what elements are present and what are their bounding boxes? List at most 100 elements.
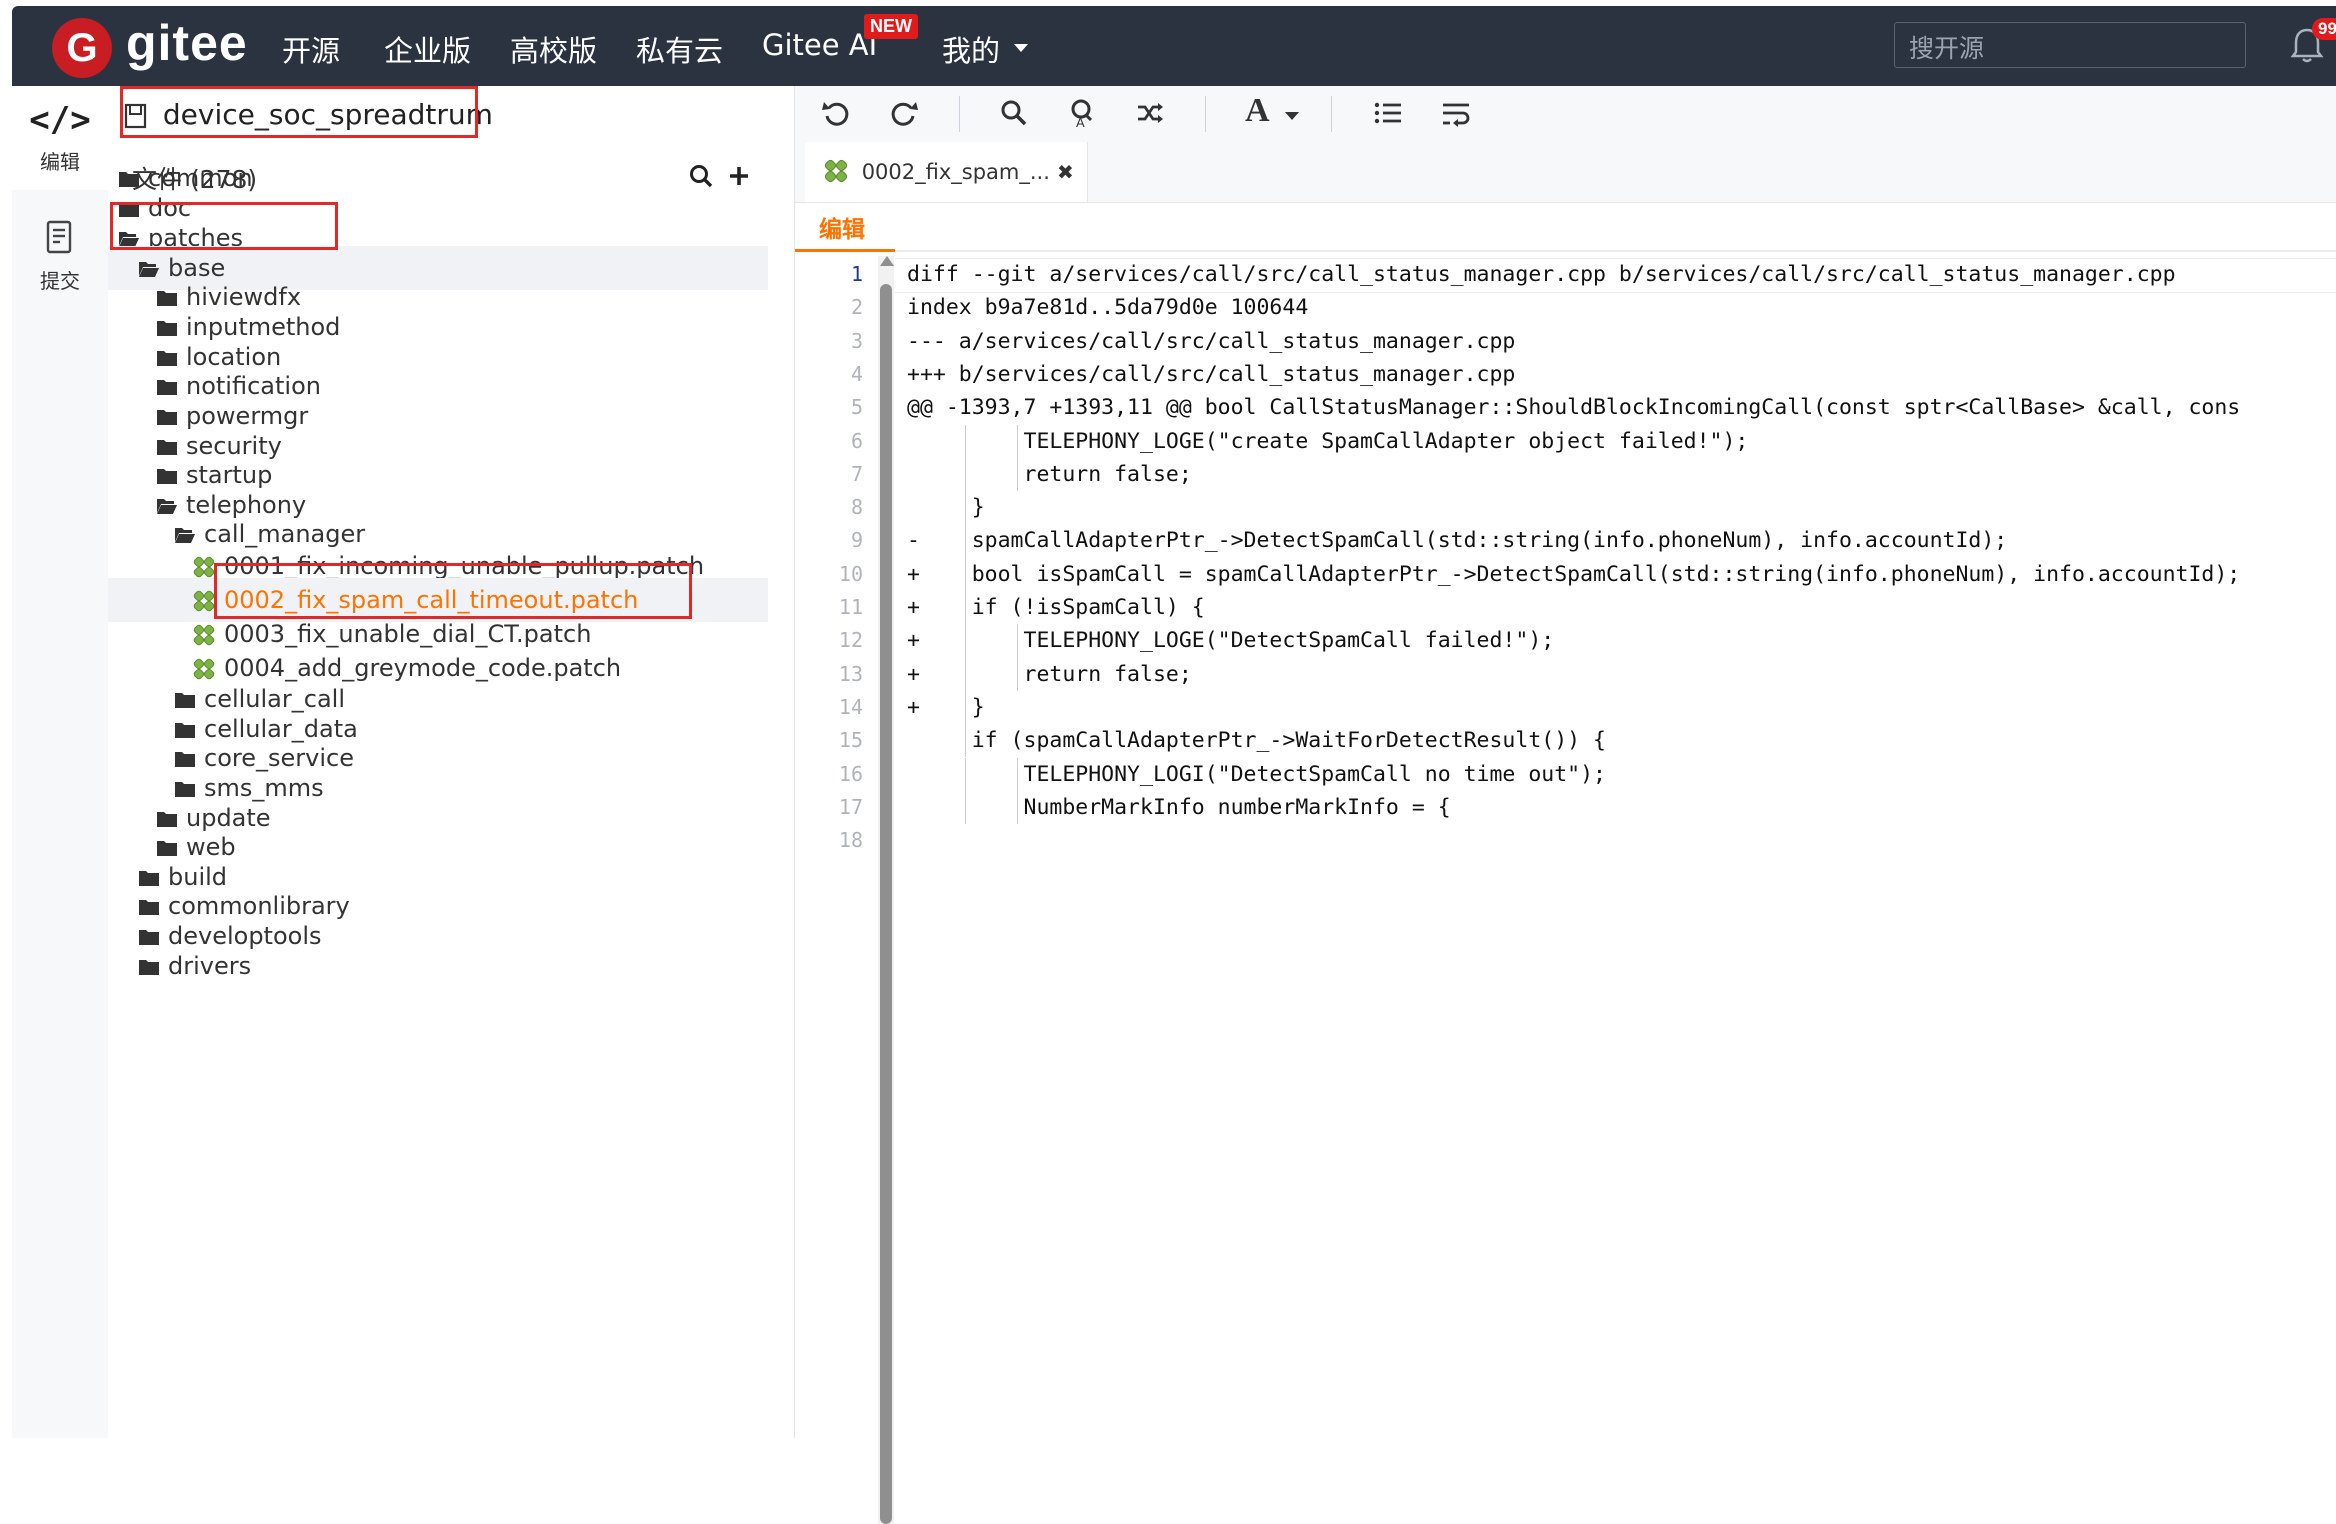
indent-guide bbox=[964, 624, 966, 658]
folder-icon bbox=[139, 900, 159, 915]
line-text: TELEPHONY_LOGI("DetectSpamCall no time o… bbox=[907, 761, 1606, 787]
folder-icon bbox=[139, 871, 159, 886]
line-number: 1 bbox=[850, 262, 863, 286]
patch-file-icon bbox=[193, 556, 215, 578]
line-number: 2 bbox=[850, 295, 863, 320]
line-text: --- a/services/call/src/call_status_mana… bbox=[907, 328, 1516, 354]
patch-file-icon bbox=[193, 658, 215, 680]
left-rail: </> 编辑 提交 bbox=[12, 86, 109, 1438]
search-icon[interactable] bbox=[999, 98, 1029, 128]
repo-highlight-box bbox=[120, 86, 478, 138]
line-text: + } bbox=[907, 694, 985, 720]
search-input[interactable]: 搜开源 bbox=[1894, 22, 2246, 68]
nav-enterprise[interactable]: 企业版 bbox=[384, 28, 471, 70]
list-icon[interactable] bbox=[1373, 98, 1403, 128]
code-line: 9 - spamCallAdapterPtr_->DetectSpamCall(s… bbox=[795, 524, 2336, 557]
code-line: 6 TELEPHONY_LOGE("create SpamCallAdapter… bbox=[795, 425, 2336, 458]
font-size-icon[interactable]: A bbox=[1245, 92, 1270, 130]
line-text: + TELEPHONY_LOGE("DetectSpamCall failed!… bbox=[907, 628, 1555, 654]
toolbar-divider bbox=[1331, 96, 1332, 132]
toolbar-divider bbox=[1205, 96, 1206, 132]
tab-label: 0002_fix_spam_... bbox=[861, 160, 1050, 184]
folder-icon bbox=[157, 410, 177, 425]
mode-active-underline bbox=[795, 249, 895, 252]
line-text: TELEPHONY_LOGE("create SpamCallAdapter o… bbox=[907, 428, 1749, 454]
nav-gitee-ai[interactable]: Gitee AI bbox=[762, 28, 877, 62]
files-tools bbox=[688, 158, 751, 191]
line-number: 3 bbox=[850, 328, 863, 353]
indent-guide bbox=[1016, 657, 1018, 691]
line-number: 5 bbox=[850, 395, 863, 420]
notification-count-badge: 99+ bbox=[2312, 18, 2336, 40]
code-line: 5 @@ -1393,7 +1393,11 @@ bool CallStatusM… bbox=[795, 391, 2336, 424]
redo-icon[interactable] bbox=[889, 98, 919, 128]
selected-file-highlight-box bbox=[214, 563, 692, 619]
code-line: 1 diff --git a/services/call/src/call_sta… bbox=[795, 258, 2336, 291]
indent-guide bbox=[1016, 757, 1018, 791]
indent-guide bbox=[964, 657, 966, 691]
line-text: return false; bbox=[907, 461, 1192, 487]
chevron-down-icon[interactable] bbox=[1014, 44, 1028, 52]
line-number: 8 bbox=[850, 495, 863, 520]
nav-open-source[interactable]: 开源 bbox=[282, 28, 340, 70]
folder-icon bbox=[175, 693, 195, 708]
top-navbar: G gitee 开源 企业版 高校版 私有云 Gitee AI NEW 我的 搜… bbox=[12, 6, 2336, 86]
edit-mode-tab[interactable]: 编辑 bbox=[819, 210, 865, 244]
file-tree-panel: device_soc_spreadtrum 文件 (278) common doc… bbox=[108, 86, 894, 1524]
folder-icon bbox=[157, 351, 177, 366]
tab-0002-fix-spam[interactable]: 0002_fix_spam_... ✖ bbox=[805, 142, 1088, 202]
gitee-logo-icon[interactable]: G bbox=[52, 18, 112, 78]
shuffle-icon[interactable] bbox=[1135, 98, 1165, 128]
indent-guide bbox=[964, 491, 966, 525]
patch-file-icon bbox=[824, 159, 848, 183]
folder-open-icon bbox=[139, 262, 159, 277]
brand-name[interactable]: gitee bbox=[126, 14, 248, 72]
plus-icon[interactable] bbox=[727, 164, 751, 188]
undo-icon[interactable] bbox=[821, 98, 851, 128]
code-line: 11 + if (!isSpamCall) { bbox=[795, 591, 2336, 624]
code-line: 3 --- a/services/call/src/call_status_man… bbox=[795, 325, 2336, 358]
folder-icon bbox=[157, 440, 177, 455]
code-line: 13 + return false; bbox=[795, 658, 2336, 691]
tree-folder-item[interactable]: drivers bbox=[138, 946, 251, 986]
line-number: 15 bbox=[838, 728, 863, 753]
line-text: } bbox=[907, 495, 985, 521]
search-icon[interactable] bbox=[688, 163, 714, 189]
chevron-down-icon[interactable] bbox=[1285, 112, 1299, 120]
close-icon[interactable]: ✖ bbox=[1057, 142, 1074, 202]
folder-icon bbox=[157, 291, 177, 306]
folder-icon bbox=[175, 723, 195, 738]
rail-edit-label: 编辑 bbox=[40, 150, 80, 174]
indent-guide bbox=[964, 424, 966, 458]
code-icon: </> bbox=[29, 100, 91, 140]
line-number: 6 bbox=[850, 428, 863, 453]
line-text: + bool isSpamCall = spamCallAdapterPtr_-… bbox=[907, 561, 2241, 587]
indent-guide bbox=[1016, 457, 1018, 492]
code-line: 8 } bbox=[795, 491, 2336, 524]
line-number: 16 bbox=[838, 761, 863, 786]
svg-text:A: A bbox=[1076, 115, 1085, 128]
code-line: 12 + TELEPHONY_LOGE("DetectSpamCall faile… bbox=[795, 624, 2336, 657]
wrap-icon[interactable] bbox=[1441, 98, 1471, 128]
rail-edit-button[interactable]: </> 编辑 bbox=[12, 100, 108, 175]
indent-guide bbox=[1016, 424, 1018, 458]
line-text: +++ b/services/call/src/call_status_mana… bbox=[907, 361, 1516, 387]
indent-guide bbox=[1016, 790, 1018, 825]
editor-panel: A A 0002_fix_spam_... ✖ 编辑 1 diff --git … bbox=[794, 86, 2336, 1438]
code-line: 18 bbox=[795, 824, 2336, 857]
folder-icon bbox=[157, 321, 177, 336]
folder-icon bbox=[139, 960, 159, 975]
line-text: NumberMarkInfo numberMarkInfo = { bbox=[907, 794, 1451, 820]
patch-file-icon bbox=[193, 590, 215, 612]
indent-guide bbox=[964, 790, 966, 825]
replace-icon[interactable]: A bbox=[1067, 98, 1097, 128]
nav-private-cloud[interactable]: 私有云 bbox=[636, 28, 723, 70]
folder-icon bbox=[157, 469, 177, 484]
patch-file-icon bbox=[193, 624, 215, 646]
nav-mine[interactable]: 我的 bbox=[942, 28, 1000, 70]
indent-guide bbox=[964, 724, 966, 758]
rail-commit-button[interactable]: 提交 bbox=[12, 220, 108, 294]
nav-university[interactable]: 高校版 bbox=[510, 28, 597, 70]
tree-item-label: call_manager bbox=[204, 520, 366, 548]
new-badge: NEW bbox=[864, 14, 918, 39]
